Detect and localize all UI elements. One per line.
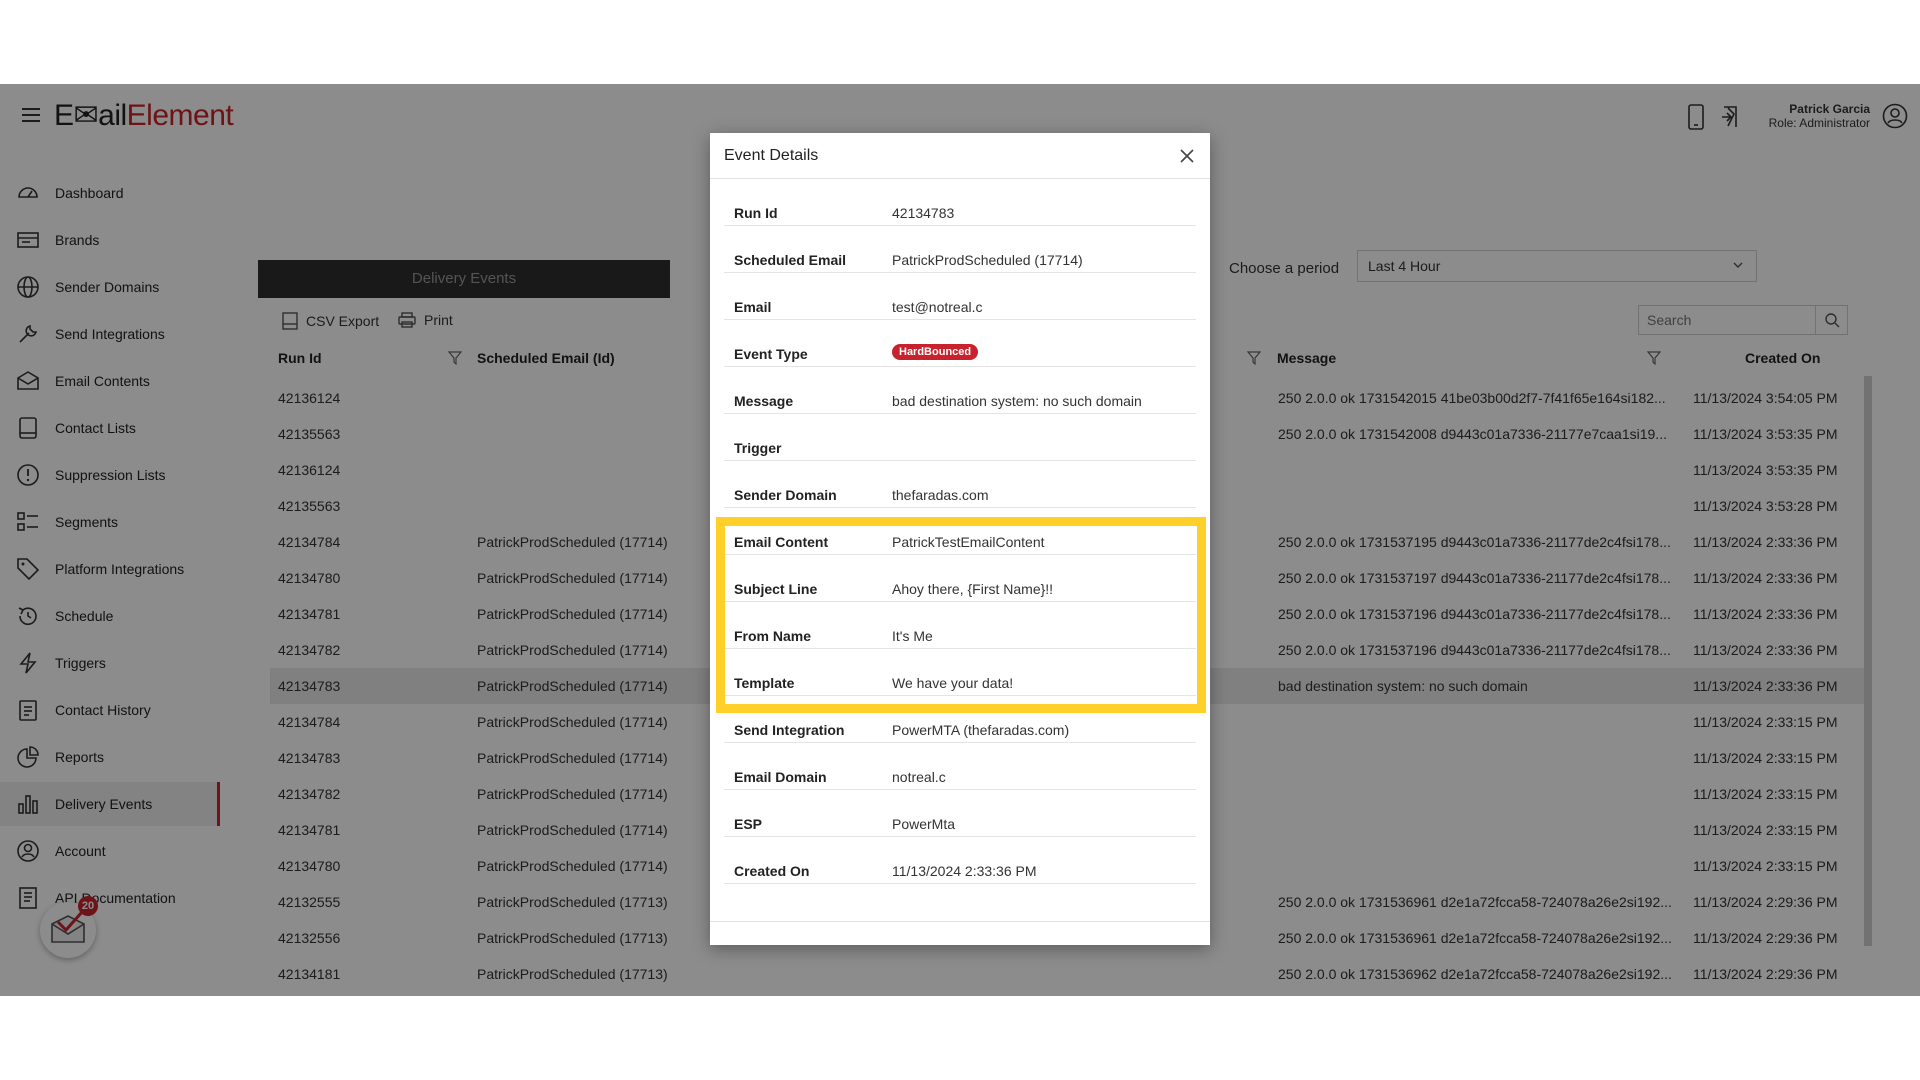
detail-field-key: Sender Domain	[734, 487, 837, 503]
detail-field-value: thefaradas.com	[892, 487, 989, 503]
detail-field-value: PatrickProdScheduled (17714)	[892, 252, 1083, 268]
detail-field-key: Trigger	[734, 440, 782, 456]
detail-field-value: notreal.c	[892, 769, 946, 785]
event-type-badge: HardBounced	[892, 344, 979, 360]
detail-field-message: Message bad destination system: no such d…	[724, 367, 1196, 414]
detail-field-sender-domain: Sender Domain thefaradas.com	[724, 461, 1196, 508]
modal-header: Event Details	[710, 133, 1210, 179]
detail-field-esp: ESP PowerMta	[724, 790, 1196, 837]
modal-title: Event Details	[724, 147, 819, 164]
detail-field-key: Send Integration	[734, 722, 845, 738]
detail-field-scheduled-email: Scheduled Email PatrickProdScheduled (177…	[724, 226, 1196, 273]
close-icon[interactable]	[1180, 149, 1194, 163]
modal-footer-divider	[710, 921, 1210, 922]
detail-field-email-domain: Email Domain notreal.c	[724, 743, 1196, 790]
detail-field-key: Event Type	[734, 346, 808, 362]
detail-field-value: PowerMTA (thefaradas.com)	[892, 722, 1070, 738]
detail-field-email: Email test@notreal.c	[724, 273, 1196, 320]
detail-field-trigger: Trigger	[724, 414, 1196, 461]
detail-field-value: test@notreal.c	[892, 299, 983, 315]
detail-field-value: bad destination system: no such domain	[892, 393, 1142, 409]
detail-field-value: 42134783	[892, 205, 955, 221]
detail-field-key: Run Id	[734, 205, 778, 221]
detail-field-key: Created On	[734, 863, 810, 879]
detail-field-key: Scheduled Email	[734, 252, 847, 268]
detail-field-value: 11/13/2024 2:33:36 PM	[892, 863, 1037, 879]
detail-field-event-type: Event Type HardBounced	[724, 320, 1196, 367]
detail-field-run-id: Run Id 42134783	[724, 179, 1196, 226]
detail-field-value: PowerMta	[892, 816, 956, 832]
detail-field-created-on: Created On 11/13/2024 2:33:36 PM	[724, 837, 1196, 884]
screenshot-stage: E✉ailElement Patrick Garcia Role: Admini…	[0, 0, 1920, 1080]
detail-field-key: Message	[734, 393, 794, 409]
detail-field-key: Email Domain	[734, 769, 827, 785]
app-window: E✉ailElement Patrick Garcia Role: Admini…	[0, 84, 1920, 996]
highlight-annotation-box	[716, 517, 1206, 713]
detail-field-key: Email	[734, 299, 772, 315]
detail-field-key: ESP	[734, 816, 763, 832]
